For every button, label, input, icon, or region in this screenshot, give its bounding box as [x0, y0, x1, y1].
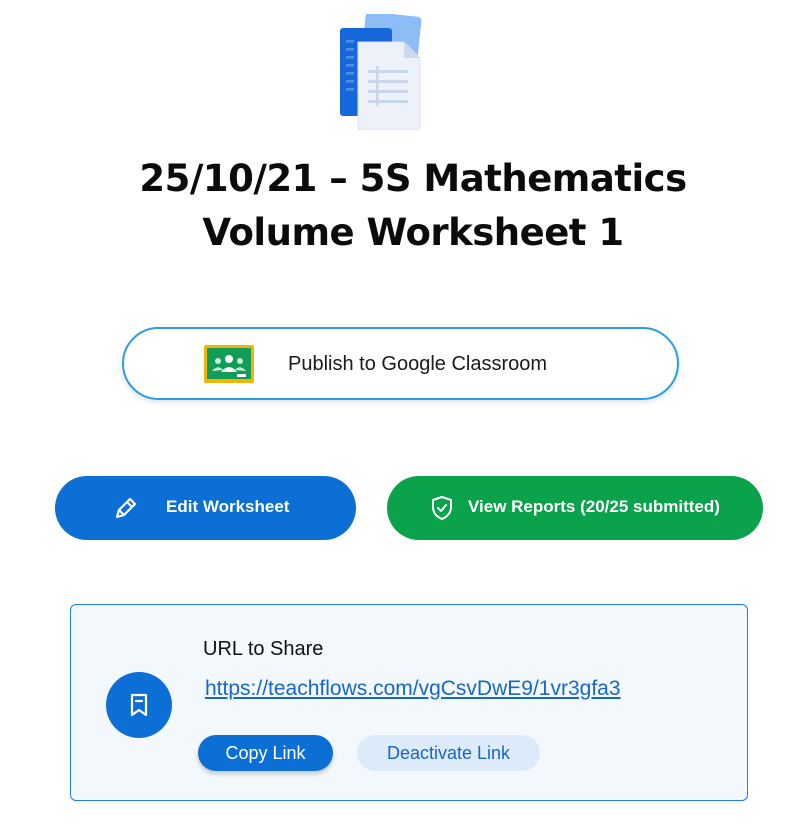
deactivate-link-button[interactable]: Deactivate Link: [357, 735, 540, 771]
share-url-panel: URL to Share https://teachflows.com/vgCs…: [70, 604, 748, 801]
publish-label: Publish to Google Classroom: [288, 353, 548, 375]
shield-check-icon: [432, 496, 452, 520]
page-title: 25/10/21 – 5S Mathematics Volume Workshe…: [0, 152, 800, 260]
share-icon-badge: [106, 672, 172, 738]
title-line-1: 25/10/21 – 5S Mathematics: [139, 157, 687, 200]
edit-worksheet-label: Edit Worksheet: [166, 497, 290, 516]
share-heading: URL to Share: [203, 638, 324, 660]
copy-link-button[interactable]: Copy Link: [198, 735, 333, 771]
view-reports-label: View Reports (20/25 submitted): [468, 497, 720, 516]
share-url-link[interactable]: https://teachflows.com/vgCsvDwE9/1vr3gfa…: [205, 677, 621, 701]
edit-worksheet-button[interactable]: Edit Worksheet: [55, 476, 356, 540]
pencil-icon: [115, 497, 137, 519]
google-classroom-icon: [204, 345, 254, 383]
bookmark-icon: [130, 693, 148, 717]
publish-google-classroom-button[interactable]: Publish to Google Classroom: [122, 327, 679, 400]
title-line-2: Volume Worksheet 1: [202, 211, 624, 254]
view-reports-button[interactable]: View Reports (20/25 submitted): [387, 476, 763, 540]
google-docs-icon: [340, 14, 422, 130]
